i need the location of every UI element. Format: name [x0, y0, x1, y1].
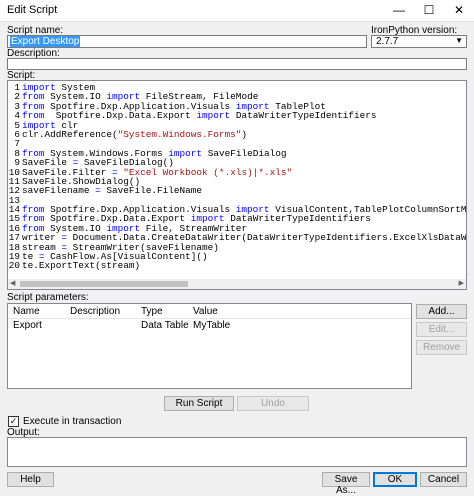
code-string: "System.Windows.Forms": [117, 128, 242, 140]
edit-parameter-button[interactable]: Edit...: [416, 322, 467, 337]
add-parameter-button[interactable]: Add...: [416, 304, 467, 319]
code-line[interactable]: 12 saveFilename = SaveFile.FileName: [8, 185, 466, 197]
horizontal-scrollbar[interactable]: ◀ ▶: [8, 279, 466, 289]
script-parameters-label: Script parameters:: [7, 292, 89, 303]
code-area[interactable]: 1 import System 2 from System.IO import Fil…: [8, 83, 466, 272]
help-button[interactable]: Help: [7, 472, 54, 487]
maximize-icon[interactable]: ☐: [414, 0, 444, 21]
script-name-value: Export Desktop: [10, 36, 81, 47]
parameters-table[interactable]: Name Description Type Value Export Data …: [7, 303, 412, 389]
window-title: Edit Script: [7, 4, 58, 16]
undo-button[interactable]: Undo: [237, 396, 309, 411]
execute-in-transaction-label[interactable]: Execute in transaction: [23, 416, 121, 427]
column-header[interactable]: Name: [13, 306, 40, 317]
table-header: Name Description Type Value: [8, 304, 411, 319]
column-header[interactable]: Type: [141, 306, 163, 317]
ironpython-version-value: 2.7.7: [376, 36, 399, 47]
column-header[interactable]: Value: [193, 306, 218, 317]
close-icon[interactable]: ✕: [444, 0, 474, 21]
code-text: SaveFile.FileName: [100, 185, 203, 197]
code-line[interactable]: 20 te.ExportText(stream): [8, 260, 466, 272]
param-name: Export: [13, 320, 42, 331]
param-value: MyTable: [193, 320, 231, 331]
remove-parameter-button[interactable]: Remove: [416, 340, 467, 355]
ironpython-version-select[interactable]: 2.7.7 ▼: [371, 35, 467, 48]
scroll-left-icon[interactable]: ◀: [10, 279, 15, 287]
output-area[interactable]: [7, 437, 467, 467]
column-header[interactable]: Description: [70, 306, 120, 317]
execute-in-transaction-checkbox[interactable]: ✓: [8, 416, 19, 427]
param-type: Data Table: [141, 320, 189, 331]
code-line[interactable]: 6 clr.AddReference("System.Windows.Forms"…: [8, 128, 466, 140]
scrollbar-thumb[interactable]: [20, 281, 188, 287]
chevron-down-icon: ▼: [455, 36, 463, 45]
table-row[interactable]: Export Data Table MyTable: [8, 319, 411, 332]
scroll-right-icon[interactable]: ▶: [459, 279, 464, 287]
minimize-icon[interactable]: —: [384, 0, 414, 21]
checkmark-icon: ✓: [9, 416, 18, 426]
code-string: "Excel Workbook (*.xls)|*.xls": [123, 166, 293, 178]
code-text: saveFilename: [22, 185, 96, 197]
code-text: ): [241, 128, 248, 140]
title-bar: Edit Script — ☐ ✕: [0, 0, 474, 22]
code-text: DataWriterTypeIdentifiers: [230, 110, 377, 122]
line-number: 20: [8, 260, 20, 272]
save-as-button[interactable]: Save As...: [322, 472, 370, 496]
script-editor[interactable]: 1 import System 2 from System.IO import Fil…: [7, 80, 467, 290]
script-name-input[interactable]: Export Desktop: [7, 35, 367, 48]
code-text: clr.AddReference(: [22, 128, 118, 140]
code-keyword: import: [196, 110, 231, 122]
ok-button[interactable]: OK: [373, 472, 417, 487]
cancel-button[interactable]: Cancel: [420, 472, 467, 487]
code-text: te.ExportText(stream): [22, 260, 141, 272]
description-input[interactable]: [7, 58, 467, 70]
code-text: SaveFileDialog: [202, 147, 287, 159]
run-script-button[interactable]: Run Script: [164, 396, 234, 411]
